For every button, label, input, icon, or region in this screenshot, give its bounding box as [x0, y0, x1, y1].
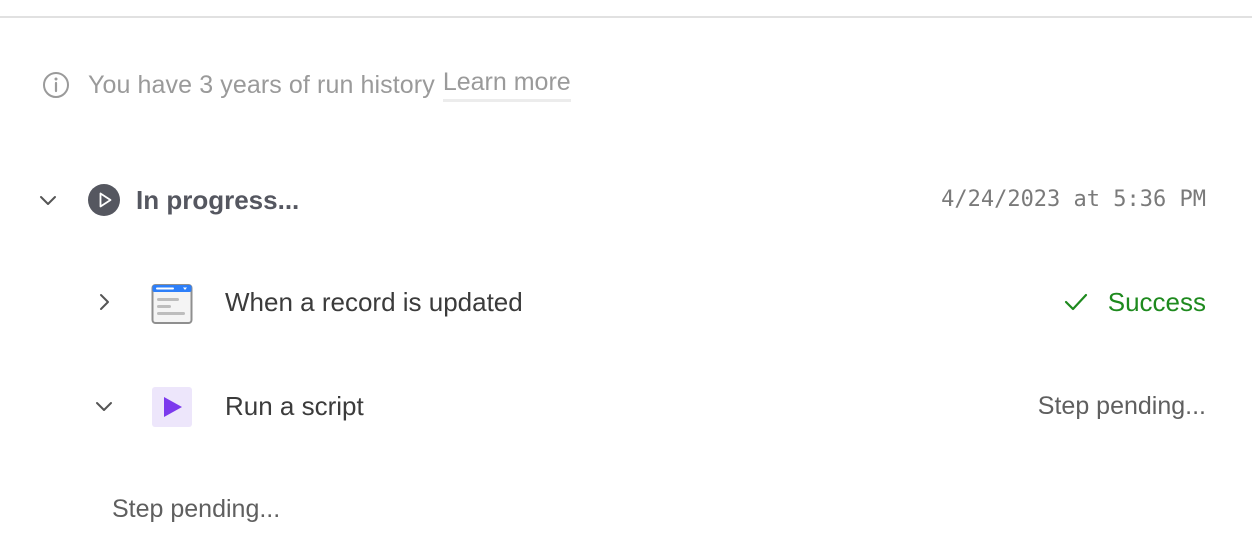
step-pending-body: Step pending...	[112, 495, 281, 523]
step-row-trigger[interactable]: When a record is updated Success	[0, 278, 1252, 326]
run-header-row[interactable]: In progress... 4/24/2023 at 5:36 PM	[0, 176, 1252, 224]
step-status-success: Success	[1062, 286, 1206, 318]
learn-more-link[interactable]: Learn more	[442, 68, 571, 102]
checkmark-icon	[1062, 288, 1090, 316]
step-status-pending: Step pending...	[1037, 392, 1206, 420]
run-script-icon	[151, 386, 193, 428]
run-timestamp: 4/24/2023 at 5:36 PM	[941, 187, 1206, 212]
chevron-right-icon[interactable]	[92, 290, 116, 314]
info-icon	[42, 71, 70, 99]
chevron-down-icon[interactable]	[36, 188, 60, 212]
header-divider	[0, 16, 1252, 18]
run-history-notice: You have 3 years of run history Learn mo…	[42, 68, 571, 102]
play-circle-icon	[88, 184, 120, 216]
step-status-label: Success	[1107, 287, 1206, 317]
run-history-text: You have 3 years of run history	[88, 70, 435, 99]
record-trigger-icon	[151, 282, 193, 324]
chevron-down-icon[interactable]	[92, 394, 116, 418]
step-title: When a record is updated	[225, 287, 523, 317]
run-status-title: In progress...	[136, 185, 300, 215]
step-row-script[interactable]: Run a script Step pending...	[0, 382, 1252, 430]
step-title: Run a script	[225, 391, 364, 421]
